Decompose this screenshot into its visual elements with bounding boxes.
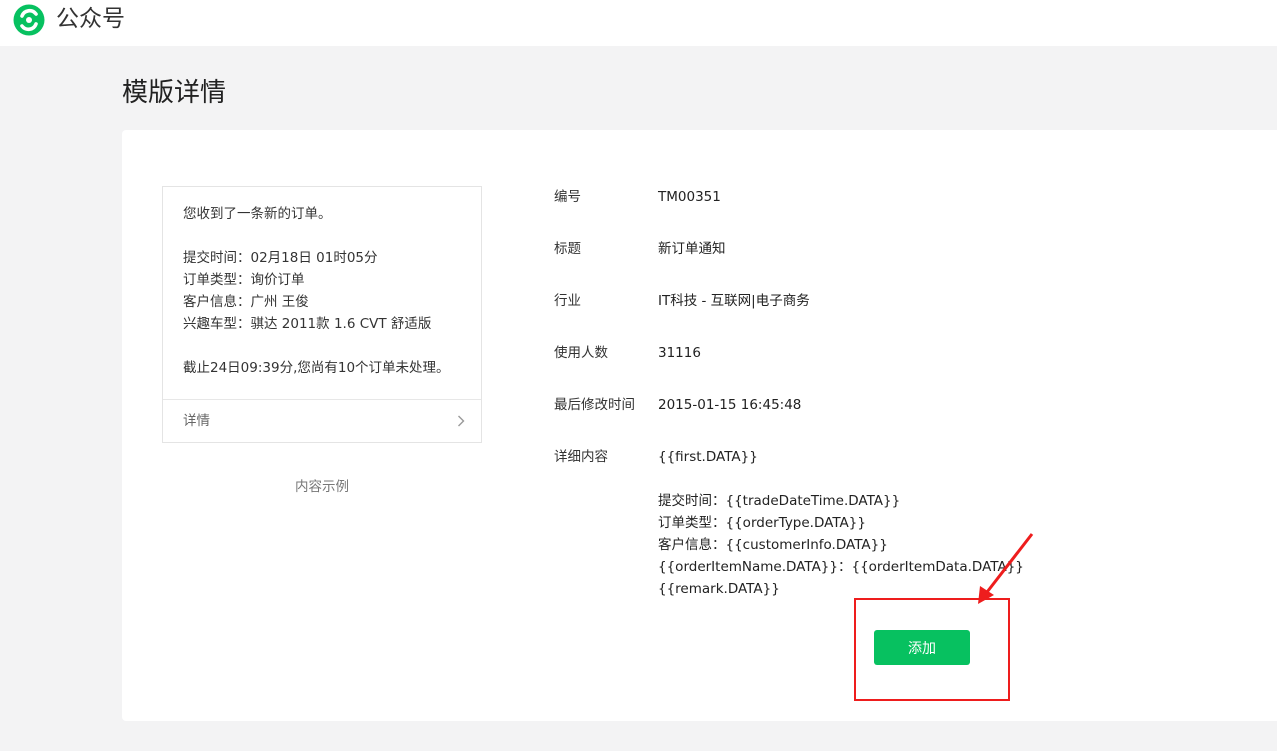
preview-spacer <box>183 225 473 247</box>
title-label: 标题 <box>554 241 581 257</box>
industry-label: 行业 <box>554 293 581 309</box>
top-bar: 公众号 <box>0 0 1277 46</box>
preview-body: 您收到了一条新的订单。 提交时间：02月18日 01时05分 订单类型：询价订单… <box>183 203 473 379</box>
users-label: 使用人数 <box>554 345 608 361</box>
preview-caption: 内容示例 <box>295 479 349 495</box>
content-label: 详细内容 <box>554 449 608 465</box>
content-line: {{first.DATA}} <box>658 449 758 465</box>
chevron-right-icon <box>458 415 465 427</box>
content-line: 客户信息：{{customerInfo.DATA}} <box>658 537 888 553</box>
brand-name[interactable]: 公众号 <box>56 5 125 33</box>
id-value: TM00351 <box>658 189 721 205</box>
content-template: {{first.DATA}} 提交时间：{{tradeDateTime.DATA… <box>658 446 1024 600</box>
template-detail-card: 您收到了一条新的订单。 提交时间：02月18日 01时05分 订单类型：询价订单… <box>122 130 1277 721</box>
content-line: 订单类型：{{orderType.DATA}} <box>658 515 866 531</box>
modified-value: 2015-01-15 16:45:48 <box>658 397 802 413</box>
users-value: 31116 <box>658 345 701 361</box>
message-preview: 您收到了一条新的订单。 提交时间：02月18日 01时05分 订单类型：询价订单… <box>162 186 482 443</box>
preview-line: 截止24日09:39分,您尚有10个订单未处理。 <box>183 360 450 376</box>
preview-detail-label: 详情 <box>183 413 210 429</box>
preview-line: 客户信息：广州 王俊 <box>183 294 309 310</box>
title-value: 新订单通知 <box>658 241 726 257</box>
preview-line: 提交时间：02月18日 01时05分 <box>183 250 378 266</box>
modified-label: 最后修改时间 <box>554 397 635 413</box>
preview-line: 兴趣车型：骐达 2011款 1.6 CVT 舒适版 <box>183 316 432 332</box>
wechat-official-account-logo-icon[interactable] <box>12 3 46 37</box>
add-button[interactable]: 添加 <box>874 630 970 665</box>
page-title: 模版详情 <box>122 78 227 108</box>
preview-detail-link[interactable]: 详情 <box>163 400 481 443</box>
industry-value: IT科技 - 互联网|电子商务 <box>658 293 810 309</box>
id-label: 编号 <box>554 189 581 205</box>
preview-line: 订单类型：询价订单 <box>183 272 305 288</box>
content-line: {{orderItemName.DATA}}：{{orderItemData.D… <box>658 559 1024 575</box>
content-line: 提交时间：{{tradeDateTime.DATA}} <box>658 493 901 509</box>
preview-spacer <box>183 335 473 357</box>
content-line: {{remark.DATA}} <box>658 581 780 597</box>
preview-line: 您收到了一条新的订单。 <box>183 206 332 222</box>
